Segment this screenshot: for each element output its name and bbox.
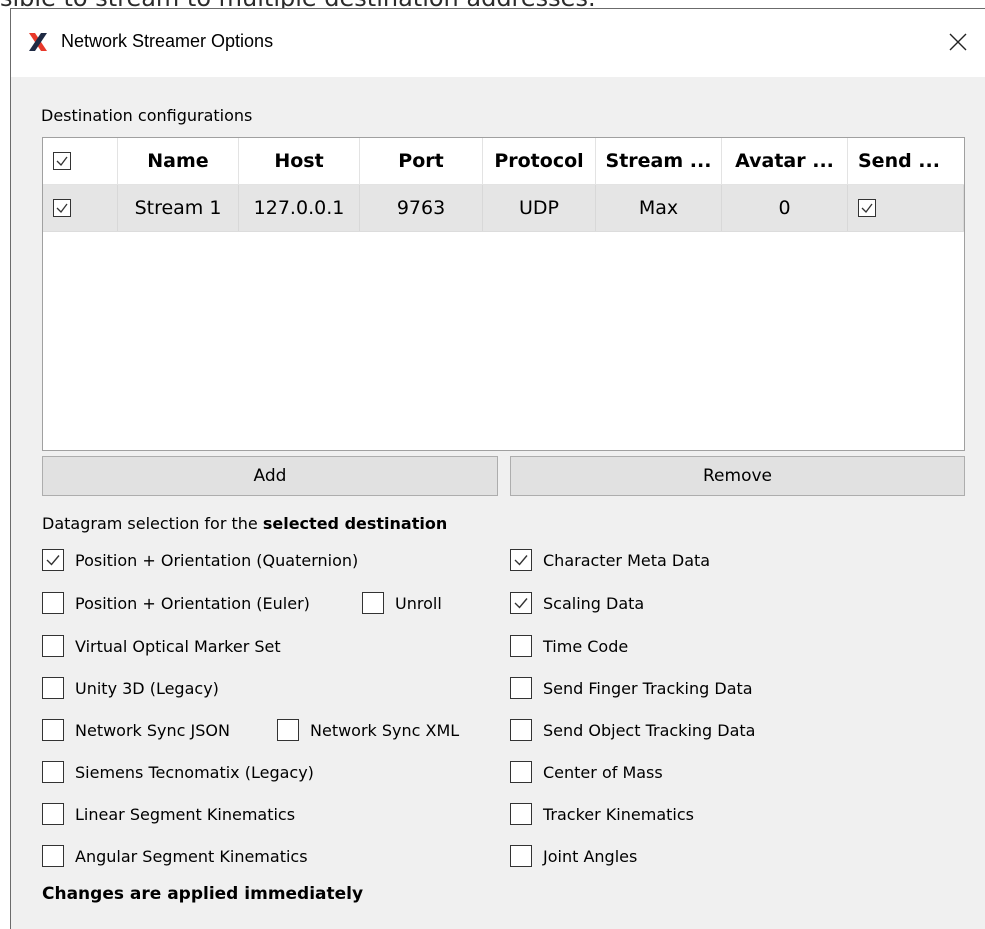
row-avatar[interactable]: 0 <box>722 185 848 231</box>
row-send-cell <box>848 185 964 231</box>
option-netsync-json[interactable]: Network Sync JSON <box>42 718 230 742</box>
option-tracker-kin[interactable]: Tracker Kinematics <box>510 802 694 826</box>
column-header-avatar[interactable]: Avatar ... <box>722 138 848 184</box>
netsync-json-checkbox[interactable] <box>42 719 64 741</box>
datagram-label-prefix: Datagram selection for the <box>42 514 263 533</box>
virtual-marker-label: Virtual Optical Marker Set <box>75 636 281 656</box>
remove-button[interactable]: Remove <box>510 456 965 496</box>
datagram-selection-label: Datagram selection for the selected dest… <box>42 514 447 533</box>
add-button[interactable]: Add <box>42 456 498 496</box>
timecode-checkbox[interactable] <box>510 635 532 657</box>
linear-kin-label: Linear Segment Kinematics <box>75 804 296 824</box>
joint-angles-checkbox[interactable] <box>510 845 532 867</box>
option-pos-euler[interactable]: Position + Orientation (Euler) <box>42 591 310 615</box>
option-siemens[interactable]: Siemens Tecnomatix (Legacy) <box>42 760 314 784</box>
joint-angles-label: Joint Angles <box>543 846 638 866</box>
linear-kin-checkbox[interactable] <box>42 803 64 825</box>
option-pos-quat[interactable]: Position + Orientation (Quaternion) <box>42 548 358 572</box>
select-all-checkbox[interactable] <box>53 152 71 170</box>
option-joint-angles[interactable]: Joint Angles <box>510 844 637 868</box>
option-angular-kin[interactable]: Angular Segment Kinematics <box>42 844 308 868</box>
netsync-xml-label: Network Sync XML <box>310 720 460 740</box>
tracker-kin-label: Tracker Kinematics <box>543 804 694 824</box>
close-icon <box>949 33 967 51</box>
pos-quat-checkbox[interactable] <box>42 549 64 571</box>
option-unity3d[interactable]: Unity 3D (Legacy) <box>42 676 219 700</box>
char-meta-label: Character Meta Data <box>543 550 711 570</box>
close-button[interactable] <box>941 25 975 59</box>
virtual-marker-checkbox[interactable] <box>42 635 64 657</box>
row-send-checkbox[interactable] <box>858 199 876 217</box>
scaling-label: Scaling Data <box>543 593 645 613</box>
unity3d-checkbox[interactable] <box>42 677 64 699</box>
datagram-label-bold: selected destination <box>262 514 448 533</box>
column-header-stream[interactable]: Stream ... <box>596 138 722 184</box>
siemens-label: Siemens Tecnomatix (Legacy) <box>75 762 314 782</box>
row-host[interactable]: 127.0.0.1 <box>239 185 360 231</box>
unroll-checkbox[interactable] <box>362 592 384 614</box>
pos-quat-label: Position + Orientation (Quaternion) <box>75 550 359 570</box>
header-select-all <box>43 138 118 184</box>
option-object[interactable]: Send Object Tracking Data <box>510 718 755 742</box>
timecode-label: Time Code <box>543 636 629 656</box>
unroll-label: Unroll <box>395 593 442 613</box>
check-icon <box>514 555 528 566</box>
com-checkbox[interactable] <box>510 761 532 783</box>
title-bar: Network Streamer Options <box>11 9 985 77</box>
row-port[interactable]: 9763 <box>360 185 483 231</box>
option-char-meta[interactable]: Character Meta Data <box>510 548 710 572</box>
window-title: Network Streamer Options <box>61 31 274 51</box>
option-netsync-xml[interactable]: Network Sync XML <box>277 718 459 742</box>
option-unroll[interactable]: Unroll <box>362 591 442 615</box>
tracker-kin-checkbox[interactable] <box>510 803 532 825</box>
netsync-json-label: Network Sync JSON <box>75 720 230 740</box>
table-row[interactable]: Stream 1 127.0.0.1 9763 UDP Max 0 <box>43 185 964 232</box>
row-protocol[interactable]: UDP <box>483 185 596 231</box>
column-header-port[interactable]: Port <box>360 138 483 184</box>
object-checkbox[interactable] <box>510 719 532 741</box>
option-timecode[interactable]: Time Code <box>510 634 628 658</box>
check-icon <box>514 598 528 609</box>
destinations-table: Name Host Port Protocol Stream ... Avata… <box>42 137 965 451</box>
column-header-send[interactable]: Send ... <box>848 138 964 184</box>
check-icon <box>46 555 60 566</box>
angular-kin-checkbox[interactable] <box>42 845 64 867</box>
option-linear-kin[interactable]: Linear Segment Kinematics <box>42 802 295 826</box>
row-enable-checkbox[interactable] <box>53 199 71 217</box>
column-header-host[interactable]: Host <box>239 138 360 184</box>
finger-checkbox[interactable] <box>510 677 532 699</box>
finger-label: Send Finger Tracking Data <box>543 678 753 698</box>
netsync-xml-checkbox[interactable] <box>277 719 299 741</box>
network-streamer-dialog: Network Streamer Options Destination con… <box>10 8 985 929</box>
siemens-checkbox[interactable] <box>42 761 64 783</box>
com-label: Center of Mass <box>543 762 663 782</box>
scaling-checkbox[interactable] <box>510 592 532 614</box>
changes-applied-note: Changes are applied immediately <box>42 884 364 904</box>
unity3d-label: Unity 3D (Legacy) <box>75 678 219 698</box>
angular-kin-label: Angular Segment Kinematics <box>75 846 308 866</box>
pos-euler-label: Position + Orientation (Euler) <box>75 593 310 613</box>
destination-configurations-label: Destination configurations <box>41 106 253 125</box>
column-header-protocol[interactable]: Protocol <box>483 138 596 184</box>
row-enable-cell <box>43 185 118 231</box>
row-stream[interactable]: Max <box>596 185 722 231</box>
object-label: Send Object Tracking Data <box>543 720 756 740</box>
xsens-x-logo-icon <box>27 31 49 53</box>
table-header: Name Host Port Protocol Stream ... Avata… <box>43 138 964 185</box>
option-virtual-marker[interactable]: Virtual Optical Marker Set <box>42 634 281 658</box>
pos-euler-checkbox[interactable] <box>42 592 64 614</box>
char-meta-checkbox[interactable] <box>510 549 532 571</box>
column-header-name[interactable]: Name <box>118 138 239 184</box>
option-com[interactable]: Center of Mass <box>510 760 663 784</box>
row-name[interactable]: Stream 1 <box>118 185 239 231</box>
option-finger[interactable]: Send Finger Tracking Data <box>510 676 753 700</box>
option-scaling[interactable]: Scaling Data <box>510 591 644 615</box>
